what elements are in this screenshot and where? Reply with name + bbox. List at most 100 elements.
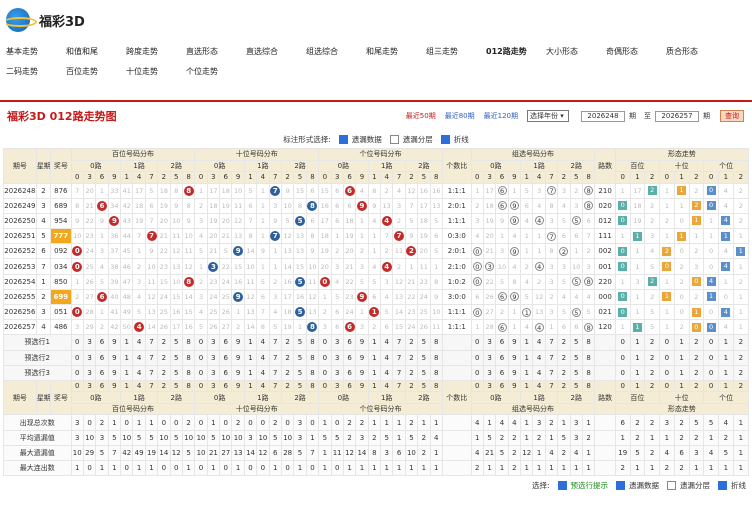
predict-digit-cell[interactable]: 8 (181, 364, 196, 381)
predict-digit-cell[interactable]: 4 (256, 349, 270, 366)
predict-zuxuan-cell[interactable]: 9 (507, 334, 522, 351)
predict-pattern-cell[interactable]: 2 (688, 349, 705, 366)
nav-item[interactable]: 基本走势 (6, 42, 66, 62)
year-select[interactable]: 选择年份 ▾ (527, 110, 569, 122)
predict-digit-cell[interactable]: 0 (194, 349, 208, 366)
nav-item[interactable]: 直选形态 (186, 42, 246, 62)
predict-digit-cell[interactable]: 4 (132, 349, 146, 366)
predict-digit-cell[interactable]: 7 (144, 349, 159, 366)
predict-pattern-cell[interactable]: 2 (732, 349, 750, 366)
predict-digit-cell[interactable]: 1 (367, 349, 382, 366)
predict-row[interactable]: 预选行1 0 3 6 9 1 4 7 2 5 8 0 3 6 9 1 4 7 2 5 8 0 3 6 9 1 4 7 2 5 8 0 3 6 9 1 4… (3, 334, 750, 351)
predict-digit-cell[interactable]: 0 (194, 334, 208, 351)
predict-pattern-cell[interactable]: 2 (688, 334, 705, 351)
predict-digit-cell[interactable]: 2 (280, 349, 295, 366)
predict-digit-cell[interactable]: 4 (379, 349, 394, 366)
predict-digit-cell[interactable]: 5 (293, 364, 307, 381)
predict-pattern-cell[interactable]: 0 (659, 364, 675, 381)
predict-digit-cell[interactable]: 4 (379, 364, 394, 381)
predict-digit-cell[interactable]: 5 (169, 349, 183, 366)
predict-digit-cell[interactable]: 4 (379, 334, 394, 351)
predict-zuxuan-cell[interactable]: 0 (470, 349, 484, 366)
predict-digit-cell[interactable]: 3 (82, 334, 97, 351)
predict-zuxuan-cell[interactable]: 6 (495, 364, 509, 381)
predict-pattern-cell[interactable]: 1 (629, 364, 646, 381)
predict-zuxuan-cell[interactable]: 0 (470, 364, 484, 381)
predict-digit-cell[interactable]: 9 (231, 334, 245, 351)
footer-missing-data-checkbox[interactable] (616, 480, 625, 490)
predict-digit-cell[interactable]: 0 (70, 334, 84, 351)
predict-pattern-cell[interactable]: 1 (629, 334, 646, 351)
predict-digit-cell[interactable]: 9 (355, 364, 369, 381)
predict-digit-cell[interactable]: 6 (342, 364, 357, 381)
predict-digit-cell[interactable]: 2 (280, 364, 295, 381)
predict-digit-cell[interactable]: 2 (280, 334, 295, 351)
predict-digit-cell[interactable]: 8 (429, 334, 443, 351)
predict-digit-cell[interactable]: 1 (367, 364, 382, 381)
predict-digit-cell[interactable]: 9 (355, 334, 369, 351)
predict-digit-cell[interactable]: 7 (268, 349, 282, 366)
predict-digit-cell[interactable]: 6 (219, 364, 233, 381)
predict-digit-cell[interactable]: 1 (120, 364, 134, 381)
predict-digit-cell[interactable]: 0 (318, 364, 332, 381)
predict-pattern-cell[interactable]: 0 (614, 364, 631, 381)
predict-digit-cell[interactable]: 7 (268, 364, 282, 381)
predict-digit-cell[interactable]: 2 (157, 364, 171, 381)
predict-pattern-cell[interactable]: 1 (717, 364, 734, 381)
predict-digit-cell[interactable]: 6 (95, 364, 109, 381)
predict-digit-cell[interactable]: 2 (404, 334, 419, 351)
predict-digit-cell[interactable]: 5 (417, 334, 431, 351)
predict-pattern-cell[interactable]: 0 (614, 334, 631, 351)
predict-digit-cell[interactable]: 4 (132, 364, 146, 381)
predict-digit-cell[interactable]: 6 (219, 334, 233, 351)
predict-digit-cell[interactable]: 7 (144, 364, 159, 381)
nav-item[interactable]: 跨度走势 (126, 42, 186, 62)
nav-item[interactable]: 组选综合 (306, 42, 366, 62)
predict-digit-cell[interactable]: 8 (305, 364, 320, 381)
predict-zuxuan-cell[interactable]: 2 (557, 364, 571, 381)
footer-polyline-checkbox[interactable] (718, 480, 727, 490)
predict-pattern-cell[interactable]: 0 (703, 364, 719, 381)
predict-digit-cell[interactable]: 3 (330, 364, 344, 381)
predict-digit-cell[interactable]: 3 (206, 334, 221, 351)
predict-digit-cell[interactable]: 0 (70, 349, 84, 366)
predict-pattern-cell[interactable]: 0 (659, 334, 675, 351)
recent-80-link[interactable]: 最近80期 (445, 111, 475, 121)
predict-zuxuan-cell[interactable]: 3 (482, 349, 497, 366)
predict-digit-cell[interactable]: 1 (243, 334, 258, 351)
predict-pattern-cell[interactable]: 2 (732, 334, 750, 351)
predict-pattern-cell[interactable]: 0 (703, 349, 719, 366)
nav-item[interactable]: 奇偶形态 (606, 42, 666, 62)
predict-zuxuan-cell[interactable]: 4 (532, 364, 546, 381)
predict-digit-cell[interactable]: 3 (330, 349, 344, 366)
predict-zuxuan-cell[interactable]: 5 (569, 364, 583, 381)
predict-zuxuan-cell[interactable]: 8 (581, 334, 596, 351)
predict-zuxuan-cell[interactable]: 1 (520, 349, 534, 366)
predict-digit-cell[interactable]: 9 (107, 334, 122, 351)
predict-digit-cell[interactable]: 5 (293, 349, 307, 366)
nav-item[interactable]: 组三走势 (426, 42, 486, 62)
predict-pattern-cell[interactable]: 1 (717, 334, 734, 351)
predict-digit-cell[interactable]: 1 (243, 364, 258, 381)
predict-pattern-cell[interactable]: 2 (732, 364, 750, 381)
predict-zuxuan-cell[interactable]: 6 (495, 334, 509, 351)
predict-zuxuan-cell[interactable]: 3 (482, 364, 497, 381)
predict-zuxuan-cell[interactable]: 1 (520, 364, 534, 381)
predict-digit-cell[interactable]: 3 (330, 334, 344, 351)
predict-zuxuan-cell[interactable]: 2 (557, 334, 571, 351)
predict-digit-cell[interactable]: 7 (392, 349, 406, 366)
predict-digit-cell[interactable]: 6 (342, 334, 357, 351)
predict-digit-cell[interactable]: 5 (417, 349, 431, 366)
predict-digit-cell[interactable]: 7 (392, 364, 406, 381)
predict-digit-cell[interactable]: 8 (305, 349, 320, 366)
predict-zuxuan-cell[interactable]: 7 (544, 349, 559, 366)
missing-data-checkbox[interactable] (338, 134, 348, 144)
from-issue-input[interactable]: 2026248 (581, 110, 625, 122)
nav-item[interactable]: 和尾走势 (366, 42, 426, 62)
predict-digit-cell[interactable]: 5 (169, 364, 183, 381)
polyline-checkbox[interactable] (440, 134, 450, 144)
predict-row[interactable]: 预选行3 0 3 6 9 1 4 7 2 5 8 0 3 6 9 1 4 7 2 5 8 0 3 6 9 1 4 7 2 5 8 0 3 6 9 1 4… (3, 364, 750, 381)
nav-item[interactable]: 012路走势 (486, 42, 546, 62)
predict-row[interactable]: 预选行2 0 3 6 9 1 4 7 2 5 8 0 3 6 9 1 4 7 2 5 8 0 3 6 9 1 4 7 2 5 8 0 3 6 9 1 4… (3, 349, 750, 366)
predict-digit-cell[interactable]: 2 (404, 349, 419, 366)
